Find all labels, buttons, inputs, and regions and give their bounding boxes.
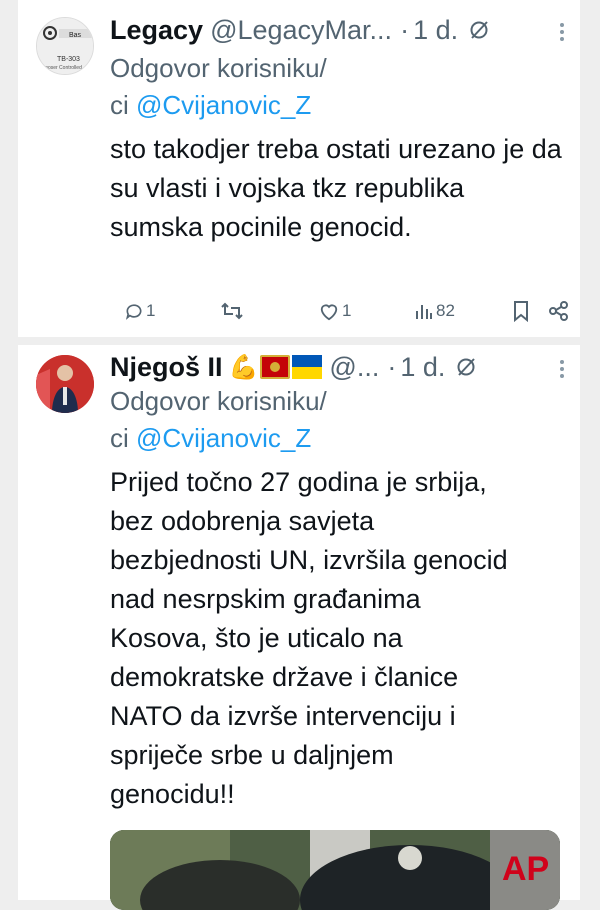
reply-ci: ci (110, 90, 136, 120)
reply-count: 1 (146, 301, 156, 320)
timestamp[interactable]: 1 d. (400, 352, 445, 383)
more-vertical-icon[interactable] (558, 22, 566, 42)
avatar-text-sub: mposer Controlled (41, 65, 82, 71)
tweet-text: sto takodjer treba ostati urezano je da … (110, 134, 562, 242)
avatar[interactable]: Bas TB-303 mposer Controlled (36, 17, 94, 75)
text-line: nad nesrpskim građanima (110, 584, 421, 614)
ap-watermark: AP (502, 850, 549, 888)
text-line: NATO da izvrše intervenciju i (110, 701, 456, 731)
separator: · (387, 351, 397, 382)
avatar[interactable] (36, 355, 94, 413)
text-line: bezbjednosti UN, izvršila genocid (110, 545, 508, 575)
text-line: Prijed točno 27 godina je srbija, (110, 467, 487, 497)
retweet-button[interactable] (220, 296, 244, 326)
display-name[interactable]: Legacy (110, 15, 203, 46)
like-icon (320, 304, 338, 321)
montenegro-flag-icon (260, 355, 291, 379)
reply-context: Odgovor korisniku/ ci @Cvijanovic_Z (110, 383, 327, 457)
tweet-legacy[interactable]: Bas TB-303 mposer Controlled Legacy @Leg… (18, 0, 580, 337)
media-image[interactable]: AP (110, 830, 560, 910)
reply-ci: ci (110, 423, 136, 453)
reply-button[interactable]: 1 (124, 296, 155, 326)
like-count: 1 (342, 301, 352, 320)
reply-context: Odgovor korisniku/ ci @Cvijanovic_Z (110, 50, 327, 124)
text-line: demokratske države i članice (110, 662, 459, 692)
views-icon (416, 305, 432, 319)
timeline: Bas TB-303 mposer Controlled Legacy @Leg… (18, 0, 580, 910)
reply-mention-link[interactable]: @Cvijanovic_Z (136, 423, 311, 453)
reply-prefix: Odgovor korisniku/ (110, 386, 327, 416)
media-photo: AP (110, 830, 560, 910)
handle[interactable]: @LegacyMar... (210, 15, 392, 46)
bookmark-icon (514, 301, 528, 322)
reply-icon (125, 304, 142, 320)
text-line: Kosova, što je uticalo na (110, 623, 403, 653)
timestamp[interactable]: 1 d. (413, 15, 458, 46)
text-line: bez odobrenja savjeta (110, 506, 375, 536)
handle[interactable]: @... (329, 352, 379, 383)
ukraine-flag-icon (292, 355, 323, 379)
text-line: genocidu!! (110, 779, 235, 809)
bookmark-button[interactable] (512, 296, 530, 326)
reply-prefix: Odgovor korisniku/ (110, 53, 327, 83)
display-name[interactable]: Njegoš II (110, 352, 223, 383)
tweet-header: Legacy @LegacyMar... · 1 d. (110, 10, 562, 50)
text-line: spriječe srbe u daljnjem (110, 740, 394, 770)
like-button[interactable]: 1 (318, 296, 351, 326)
tweet-njegos[interactable]: Njegoš II 💪 @... · 1 d. Odgovor korisnik… (18, 337, 580, 910)
reply-mention-link[interactable]: @Cvijanovic_Z (136, 90, 311, 120)
grok-icon[interactable] (455, 356, 477, 378)
share-icon (549, 301, 568, 321)
tweet-actions: 1 1 82 (110, 296, 568, 326)
separator: · (400, 14, 410, 45)
avatar-image (36, 355, 94, 413)
avatar-text-model: TB-303 (57, 56, 80, 63)
grok-icon[interactable] (468, 19, 490, 41)
avatar-text-bas: Bas (69, 32, 82, 39)
flexed-biceps-icon: 💪 (228, 353, 259, 381)
views-button[interactable]: 82 (414, 296, 455, 326)
views-count: 82 (436, 301, 455, 320)
avatar-image: Bas TB-303 mposer Controlled (37, 18, 93, 74)
retweet-icon (221, 302, 243, 320)
more-vertical-icon[interactable] (558, 359, 566, 379)
share-button[interactable] (548, 296, 570, 326)
tweet-text: Prijed točno 27 godina je srbija, bez od… (110, 463, 562, 814)
tweet-header: Njegoš II 💪 @... · 1 d. (110, 347, 562, 387)
